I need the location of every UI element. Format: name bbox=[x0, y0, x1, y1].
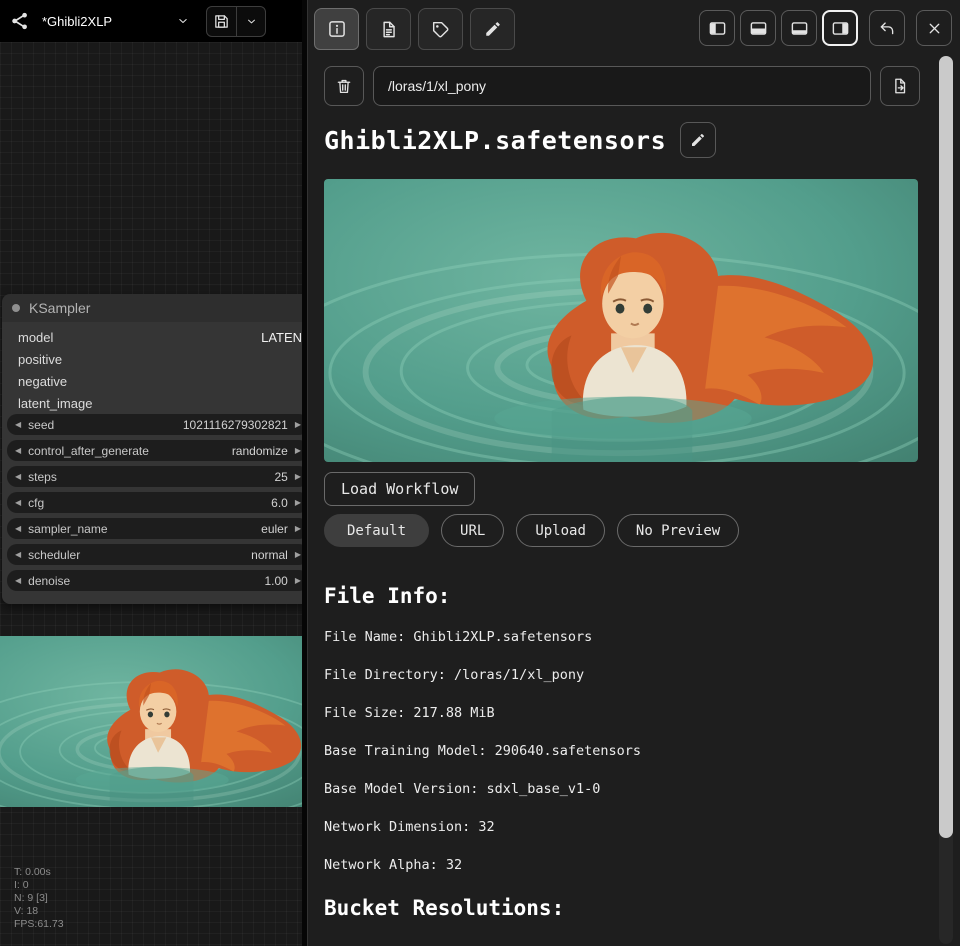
node-canvas[interactable]: KSampler model LATENT positive negative … bbox=[0, 42, 302, 946]
lora-sidebar-panel: Ghibli2XLP.safetensors Load Workflow Def… bbox=[307, 0, 960, 946]
arrow-left-icon[interactable] bbox=[15, 525, 21, 533]
arrow-left-icon[interactable] bbox=[15, 577, 21, 585]
arrow-left-icon[interactable] bbox=[15, 421, 21, 429]
arrow-left-icon[interactable] bbox=[15, 447, 21, 455]
widget-denoise[interactable]: denoise 1.00 bbox=[7, 570, 302, 591]
file-info-row: Network Dimension: 32 bbox=[324, 819, 495, 835]
node-header[interactable]: KSampler bbox=[2, 294, 302, 322]
input-slot-latent-image: latent_image bbox=[2, 392, 302, 414]
preview-source-upload[interactable]: Upload bbox=[516, 514, 605, 547]
return-arrow-button[interactable] bbox=[869, 10, 905, 46]
workflow-topbar: *Ghibli2XLP bbox=[0, 0, 302, 42]
node-title: KSampler bbox=[29, 300, 90, 316]
path-input[interactable] bbox=[373, 66, 871, 106]
slot-label: model bbox=[18, 330, 53, 345]
dock-bottom-strip-button[interactable] bbox=[781, 10, 817, 46]
widget-steps[interactable]: steps 25 bbox=[7, 466, 302, 487]
tab-edit[interactable] bbox=[470, 8, 515, 50]
widget-control-after-generate[interactable]: control_after_generate randomize bbox=[7, 440, 302, 461]
model-title: Ghibli2XLP.safetensors bbox=[324, 126, 666, 155]
arrow-left-icon[interactable] bbox=[15, 551, 21, 559]
widget-seed[interactable]: seed 1021116279302821 bbox=[7, 414, 302, 435]
file-export-button[interactable] bbox=[880, 66, 920, 106]
arrow-right-icon[interactable] bbox=[295, 551, 301, 559]
file-info-row: File Directory: /loras/1/xl_pony bbox=[324, 667, 584, 683]
share-icon[interactable] bbox=[10, 11, 30, 31]
file-info-row: File Name: Ghibli2XLP.safetensors bbox=[324, 629, 592, 645]
widget-scheduler[interactable]: scheduler normal bbox=[7, 544, 302, 565]
stat-line: V: 18 bbox=[14, 905, 64, 918]
dock-bottom-button[interactable] bbox=[740, 10, 776, 46]
dock-left-button[interactable] bbox=[699, 10, 735, 46]
bucket-resolutions-heading: Bucket Resolutions: bbox=[324, 896, 564, 920]
arrow-right-icon[interactable] bbox=[295, 473, 301, 481]
edit-title-button[interactable] bbox=[680, 122, 716, 158]
slot-label: latent_image bbox=[18, 396, 92, 411]
slot-label: positive bbox=[18, 352, 62, 367]
input-slot-positive: positive bbox=[2, 348, 302, 370]
collapse-dot-icon[interactable] bbox=[12, 304, 20, 312]
preview-source-default[interactable]: Default bbox=[324, 514, 429, 547]
file-info-heading: File Info: bbox=[324, 584, 450, 608]
file-info-row: Base Training Model: 290640.safetensors bbox=[324, 743, 641, 759]
input-slot-negative: negative bbox=[2, 370, 302, 392]
output-slot-latent: LATENT bbox=[261, 330, 302, 345]
workflow-select[interactable]: *Ghibli2XLP bbox=[38, 6, 194, 36]
arrow-right-icon[interactable] bbox=[295, 447, 301, 455]
slot-label: negative bbox=[18, 374, 67, 389]
delete-button[interactable] bbox=[324, 66, 364, 106]
arrow-right-icon[interactable] bbox=[295, 525, 301, 533]
canvas-preview-image bbox=[0, 636, 302, 807]
arrow-left-icon[interactable] bbox=[15, 499, 21, 507]
save-split-button bbox=[206, 6, 266, 37]
stat-line: I: 0 bbox=[14, 879, 64, 892]
file-info-row: Base Model Version: sdxl_base_v1-0 bbox=[324, 781, 600, 797]
scrollbar-thumb[interactable] bbox=[939, 56, 953, 838]
widget-cfg[interactable]: cfg 6.0 bbox=[7, 492, 302, 513]
stat-line: N: 9 [3] bbox=[14, 892, 64, 905]
preview-source-url[interactable]: URL bbox=[441, 514, 504, 547]
path-toolbar bbox=[324, 66, 920, 106]
stat-line: FPS:61.73 bbox=[14, 918, 64, 931]
chevron-down-icon bbox=[176, 14, 190, 28]
save-button[interactable] bbox=[207, 7, 236, 36]
model-title-row: Ghibli2XLP.safetensors bbox=[324, 122, 716, 158]
workflow-name: *Ghibli2XLP bbox=[42, 14, 112, 29]
comfyui-workspace: *Ghibli2XLP KSampler bbox=[0, 0, 302, 946]
widget-sampler-name[interactable]: sampler_name euler bbox=[7, 518, 302, 539]
tab-info[interactable] bbox=[314, 8, 359, 50]
panel-scrollbar[interactable] bbox=[939, 56, 953, 944]
panel-tabs bbox=[314, 8, 515, 50]
dock-right-button[interactable] bbox=[822, 10, 858, 46]
model-preview-image bbox=[324, 179, 918, 462]
arrow-right-icon[interactable] bbox=[295, 577, 301, 585]
save-options-button[interactable] bbox=[236, 7, 265, 36]
input-slot-model: model LATENT bbox=[2, 326, 302, 348]
load-workflow-button[interactable]: Load Workflow bbox=[324, 472, 475, 506]
preview-source-buttons: Default URL Upload No Preview bbox=[324, 514, 739, 547]
tab-tags[interactable] bbox=[418, 8, 463, 50]
panel-layout-controls bbox=[699, 10, 952, 46]
close-panel-button[interactable] bbox=[916, 10, 952, 46]
arrow-right-icon[interactable] bbox=[295, 499, 301, 507]
arrow-left-icon[interactable] bbox=[15, 473, 21, 481]
file-info-row: File Size: 217.88 MiB bbox=[324, 705, 495, 721]
file-info-row: Network Alpha: 32 bbox=[324, 857, 462, 873]
arrow-right-icon[interactable] bbox=[295, 421, 301, 429]
preview-source-no-preview[interactable]: No Preview bbox=[617, 514, 739, 547]
canvas-stats: T: 0.00s I: 0 N: 9 [3] V: 18 FPS:61.73 bbox=[14, 866, 64, 931]
tab-document[interactable] bbox=[366, 8, 411, 50]
ksampler-node[interactable]: KSampler model LATENT positive negative … bbox=[2, 294, 302, 604]
node-body: model LATENT positive negative latent_im… bbox=[2, 322, 302, 604]
stat-line: T: 0.00s bbox=[14, 866, 64, 879]
app-root: *Ghibli2XLP KSampler bbox=[0, 0, 960, 946]
